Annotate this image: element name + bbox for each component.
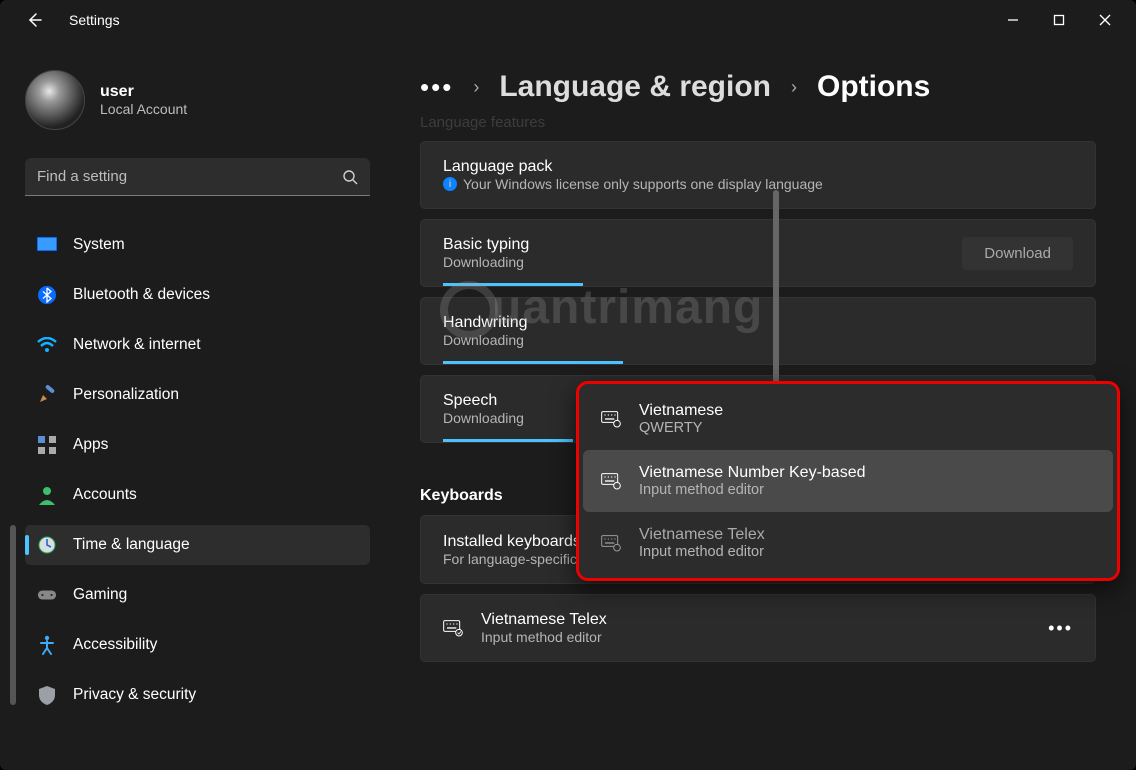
user-type: Local Account: [100, 101, 187, 117]
accessibility-icon: [37, 635, 57, 655]
sidebar-item-accounts[interactable]: Accounts: [25, 475, 370, 515]
chevron-right-icon: ›: [791, 77, 797, 98]
sidebar-item-label: Network & internet: [73, 336, 201, 354]
progress-bar: [443, 361, 623, 364]
card-title: Basic typing: [443, 236, 944, 254]
sidebar-item-label: Accounts: [73, 486, 137, 504]
breadcrumb-language-region[interactable]: Language & region: [499, 70, 771, 104]
keyboard-name: Vietnamese Telex: [481, 611, 1030, 629]
option-title: Vietnamese: [639, 402, 723, 420]
close-button[interactable]: [1082, 4, 1128, 36]
app-title: Settings: [69, 12, 120, 28]
back-button[interactable]: [25, 11, 43, 29]
settings-window: Settings user Local Account: [0, 0, 1136, 770]
person-icon: [37, 485, 57, 505]
sidebar-item-label: Gaming: [73, 586, 127, 604]
sidebar-item-network[interactable]: Network & internet: [25, 325, 370, 365]
option-title: Vietnamese Number Key-based: [639, 464, 866, 482]
sidebar-item-label: Bluetooth & devices: [73, 286, 210, 304]
bluetooth-icon: [37, 285, 57, 305]
card-title: Handwriting: [443, 314, 1073, 332]
option-sub: Input method editor: [639, 482, 866, 498]
card-keyboard-row[interactable]: Vietnamese Telex Input method editor •••: [420, 594, 1096, 662]
chevron-right-icon: ›: [473, 77, 479, 98]
keyboard-icon: [443, 618, 463, 638]
option-title: Vietnamese Telex: [639, 526, 765, 544]
sidebar-item-label: Privacy & security: [73, 686, 196, 704]
sidebar-item-time-language[interactable]: Time & language: [25, 525, 370, 565]
keyboard-option-vietnamese-number-key[interactable]: Vietnamese Number Key-based Input method…: [583, 450, 1113, 512]
sidebar-item-apps[interactable]: Apps: [25, 425, 370, 465]
nav-list: System Bluetooth & devices Network & int…: [25, 220, 370, 720]
sidebar-item-personalization[interactable]: Personalization: [25, 375, 370, 415]
card-title: Language pack: [443, 158, 1073, 176]
sidebar-item-gaming[interactable]: Gaming: [25, 575, 370, 615]
search-input[interactable]: [37, 168, 342, 185]
sidebar: user Local Account System Bluetooth & de…: [0, 40, 390, 770]
sidebar-item-label: System: [73, 236, 125, 254]
download-button[interactable]: Download: [962, 237, 1073, 270]
paintbrush-icon: [37, 385, 57, 405]
minimize-button[interactable]: [990, 4, 1036, 36]
user-name: user: [100, 83, 187, 101]
breadcrumb: ••• › Language & region › Options: [420, 70, 1096, 104]
card-handwriting: Handwriting Downloading: [420, 297, 1096, 365]
card-basic-typing: Basic typing Downloading Download: [420, 219, 1096, 287]
sidebar-item-label: Accessibility: [73, 636, 157, 654]
search-icon: [342, 169, 358, 185]
clock-globe-icon: [37, 535, 57, 555]
card-status: Downloading: [443, 254, 944, 270]
card-subtitle: i Your Windows license only supports one…: [443, 176, 1073, 192]
keyboard-icon: [601, 409, 621, 429]
sidebar-item-label: Time & language: [73, 536, 190, 554]
info-icon: i: [443, 177, 457, 191]
shield-icon: [37, 685, 57, 705]
sidebar-item-label: Apps: [73, 436, 108, 454]
breadcrumb-options: Options: [817, 70, 930, 104]
search-box[interactable]: [25, 158, 370, 196]
sidebar-item-privacy[interactable]: Privacy & security: [25, 675, 370, 715]
display-icon: [37, 235, 57, 255]
wifi-icon: [37, 335, 57, 355]
sidebar-item-bluetooth[interactable]: Bluetooth & devices: [25, 275, 370, 315]
card-language-pack: Language pack i Your Windows license onl…: [420, 141, 1096, 209]
maximize-button[interactable]: [1036, 4, 1082, 36]
user-block[interactable]: user Local Account: [25, 70, 370, 130]
sidebar-item-label: Personalization: [73, 386, 179, 404]
option-sub: QWERTY: [639, 420, 723, 436]
add-keyboard-popup: Vietnamese QWERTY Vietnamese Number Key-…: [576, 381, 1120, 581]
keyboard-option-vietnamese-telex[interactable]: Vietnamese Telex Input method editor: [583, 512, 1113, 574]
apps-icon: [37, 435, 57, 455]
avatar: [25, 70, 85, 130]
keyboard-icon: [601, 533, 621, 553]
sidebar-scrollbar[interactable]: [10, 525, 16, 750]
progress-bar: [443, 283, 583, 286]
option-sub: Input method editor: [639, 544, 765, 560]
sidebar-item-system[interactable]: System: [25, 225, 370, 265]
breadcrumb-overflow[interactable]: •••: [420, 82, 453, 92]
card-status: Downloading: [443, 332, 1073, 348]
keyboard-option-vietnamese-qwerty[interactable]: Vietnamese QWERTY: [583, 388, 1113, 450]
keyboard-icon: [601, 471, 621, 491]
more-options-button[interactable]: •••: [1048, 618, 1073, 639]
section-language-features: Language features: [420, 114, 1096, 131]
keyboard-sub: Input method editor: [481, 629, 1030, 645]
sidebar-item-accessibility[interactable]: Accessibility: [25, 625, 370, 665]
titlebar: Settings: [0, 0, 1136, 40]
gamepad-icon: [37, 585, 57, 605]
progress-bar: [443, 439, 573, 442]
window-controls: [990, 4, 1128, 36]
